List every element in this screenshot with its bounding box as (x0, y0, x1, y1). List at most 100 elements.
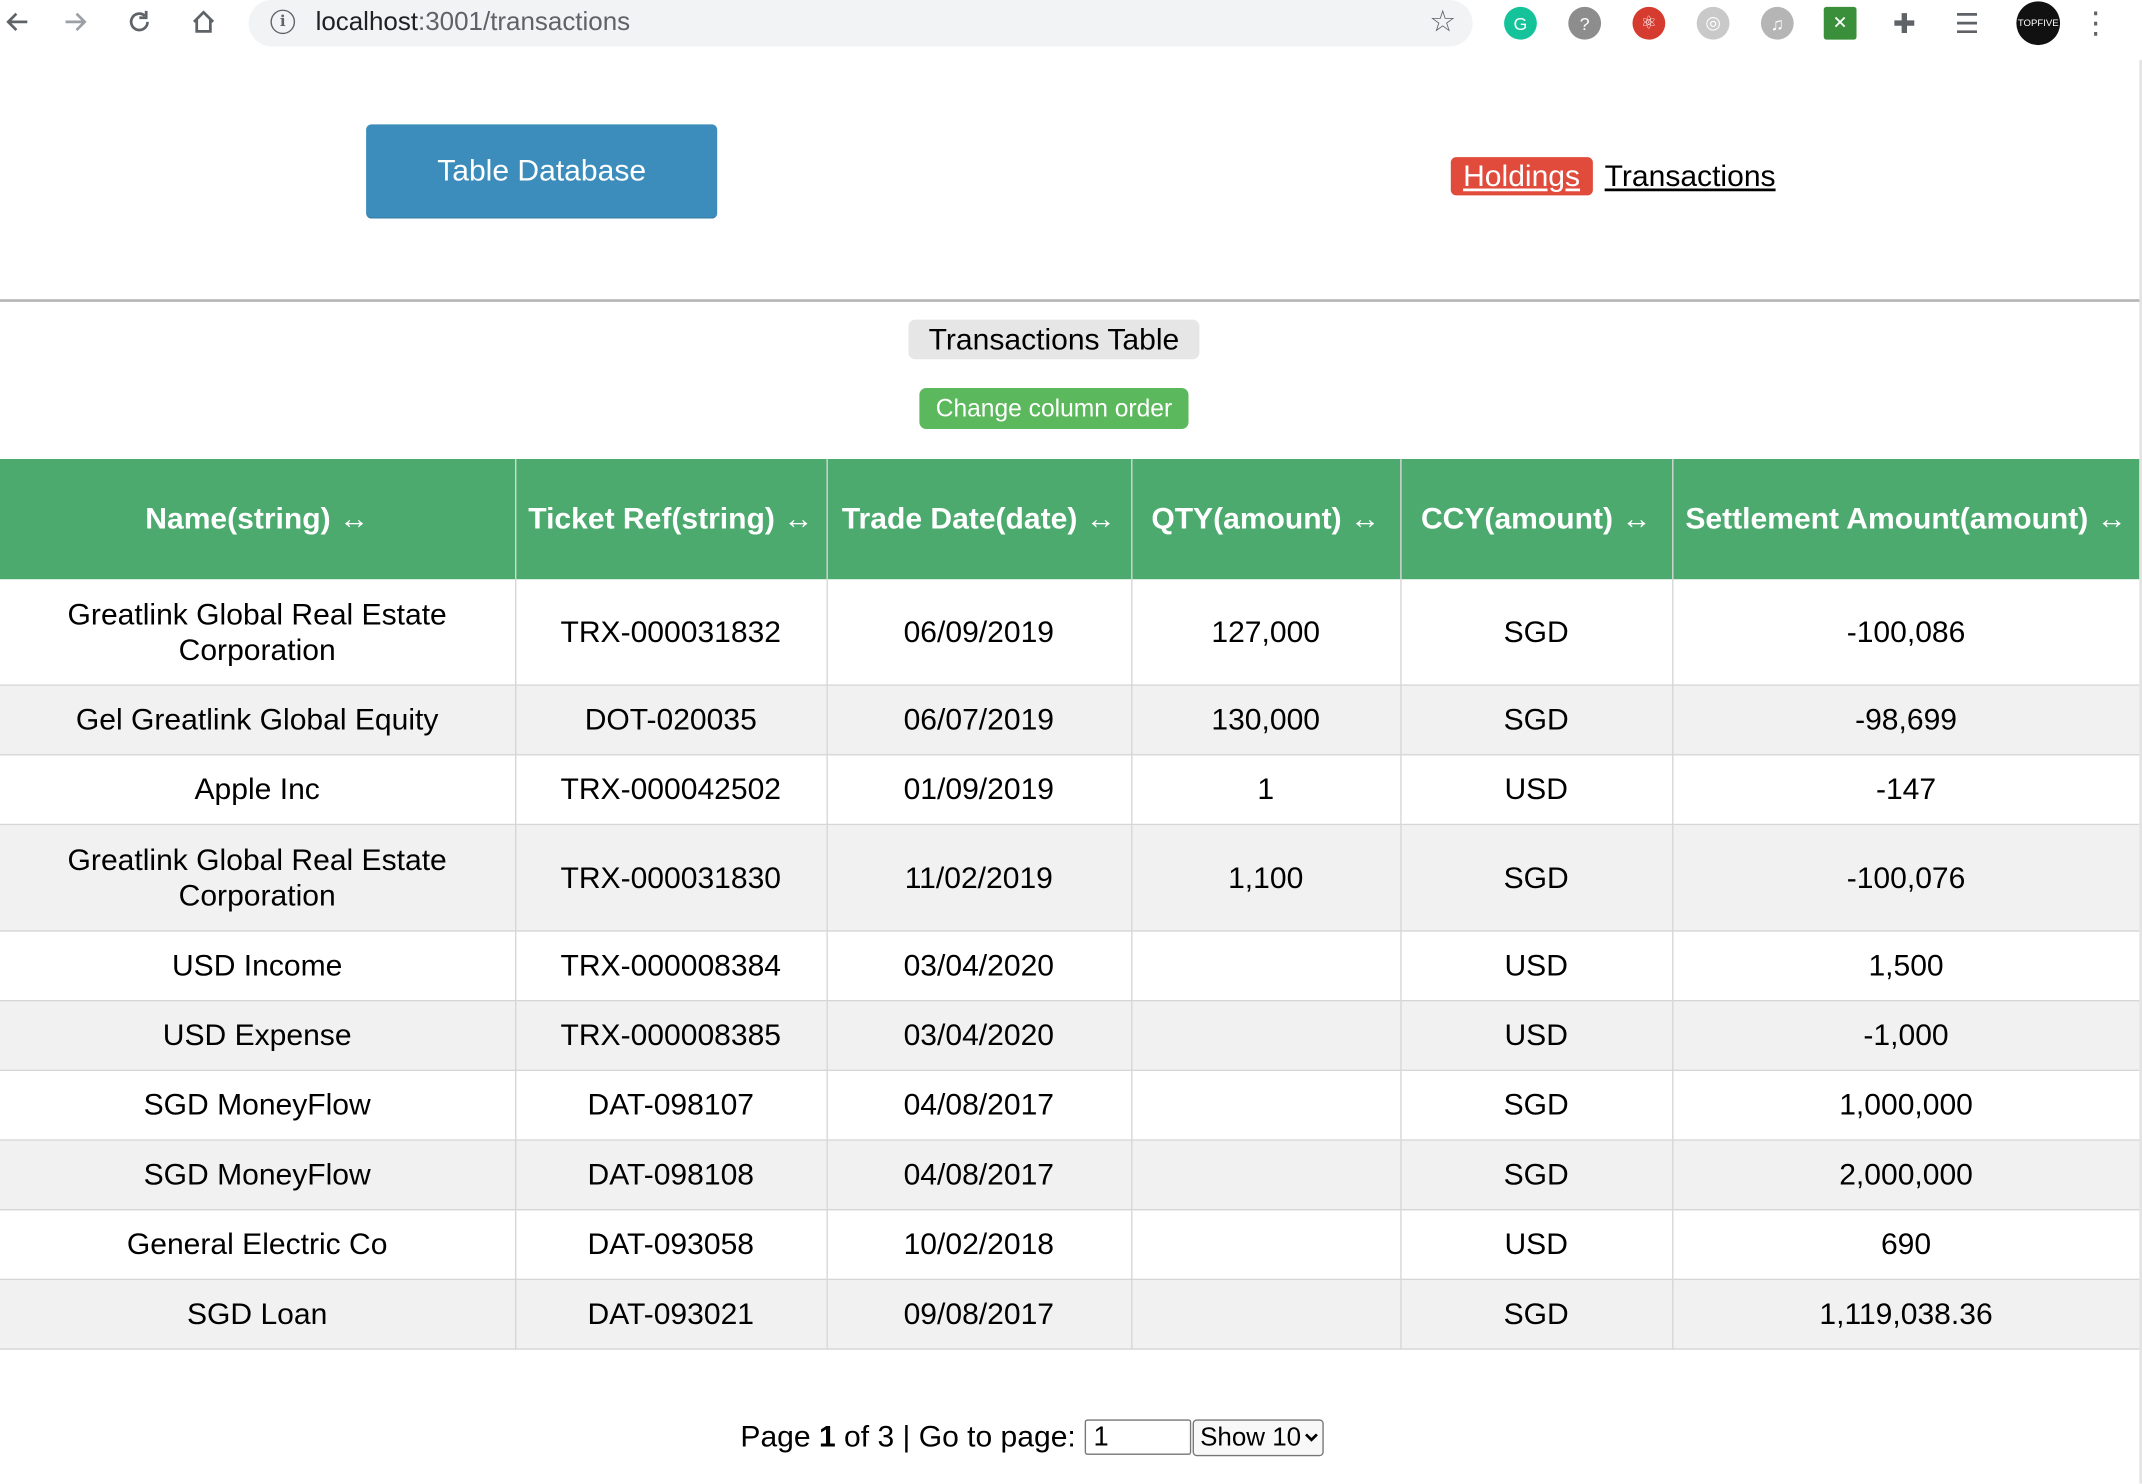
cell-ticket-ref: DAT-093021 (515, 1279, 828, 1350)
nav-link-transactions[interactable]: Transactions (1592, 156, 1788, 194)
table-row: USD Income TRX-000008384 03/04/2020 USD 1,50… (0, 930, 2140, 1002)
address-bar[interactable]: i localhost:3001/transactions ☆ (248, 0, 1473, 47)
cell-ccy: SGD (1400, 1140, 1673, 1211)
cell-ticket-ref: TRX-000031830 (515, 824, 828, 932)
cell-settlement-amount: 1,119,038.36 (1672, 1279, 2140, 1350)
table-row: Gel Greatlink Global Equity DOT-020035 06/… (0, 685, 2140, 756)
table-row: SGD MoneyFlow DAT-098108 04/08/2017 SGD 2,00… (0, 1140, 2140, 1211)
cell-ticket-ref: TRX-000031832 (515, 579, 828, 686)
puzzle-icon[interactable]: ✚ (1888, 7, 1921, 40)
table-row: Greatlink Global Real Estate Corporation… (0, 579, 2140, 686)
cell-qty (1131, 1070, 1401, 1141)
cell-settlement-amount: 1,500 (1672, 930, 2140, 1002)
column-header-trade-date[interactable]: Trade Date(date) ↔ (826, 459, 1132, 580)
site-info-icon[interactable]: i (270, 9, 296, 35)
cell-ticket-ref: TRX-000042502 (515, 754, 828, 826)
media-queue-icon[interactable]: ☰ (1951, 7, 1984, 40)
cell-qty (1131, 1209, 1401, 1281)
current-page: 1 (818, 1419, 836, 1454)
cell-trade-date: 01/09/2019 (826, 754, 1132, 826)
browser-toolbar: i localhost:3001/transactions ☆ G? ⚛ ◎ ♫ ✕ ✚ ☰… (0, 0, 2142, 47)
cell-ticket-ref: DOT-020035 (515, 685, 828, 756)
cell-name: General Electric Co (0, 1209, 516, 1281)
column-header-name[interactable]: Name(string) ↔ (0, 459, 516, 580)
transactions-table: Name(string) ↔ Ticket Ref(string) ↔ Trad… (0, 459, 2140, 1350)
cell-name: Apple Inc (0, 754, 516, 826)
table-row: General Electric Co DAT-093058 10/02/2018 U… (0, 1209, 2140, 1281)
cell-trade-date: 04/08/2017 (826, 1140, 1132, 1211)
cell-qty: 127,000 (1131, 579, 1401, 686)
cell-ticket-ref: DAT-098107 (515, 1070, 828, 1141)
column-header-ticket-ref[interactable]: Ticket Ref(string) ↔ (515, 459, 828, 580)
cell-settlement-amount: -100,076 (1672, 824, 2140, 932)
cell-ticket-ref: DAT-098108 (515, 1140, 828, 1211)
cell-trade-date: 06/07/2019 (826, 685, 1132, 756)
reload-icon[interactable] (122, 4, 158, 40)
cell-qty (1131, 1000, 1401, 1072)
goto-page-input[interactable] (1085, 1419, 1192, 1455)
table-row: Apple Inc TRX-000042502 01/09/2019 1 USD -147 (0, 754, 2140, 826)
url-text[interactable]: localhost:3001/transactions (316, 8, 631, 38)
chat-extension-icon[interactable]: ? (1568, 6, 1602, 40)
cell-name: SGD MoneyFlow (0, 1070, 516, 1141)
cell-qty (1131, 1279, 1401, 1350)
page-prefix: Page (740, 1419, 819, 1454)
table-database-button[interactable]: Table Database (366, 124, 718, 219)
cell-trade-date: 03/04/2020 (826, 1000, 1132, 1072)
react-devtools-icon[interactable]: ⚛ (1632, 6, 1666, 40)
cell-trade-date: 10/02/2018 (826, 1209, 1132, 1281)
cell-settlement-amount: 2,000,000 (1672, 1140, 2140, 1211)
header-divider (0, 299, 2142, 302)
cell-name: Greatlink Global Real Estate Corporation (0, 824, 516, 932)
table-body: Greatlink Global Real Estate Corporation… (0, 579, 2140, 1350)
cell-settlement-amount: -1,000 (1672, 1000, 2140, 1072)
column-header-ccy[interactable]: CCY(amount) ↔ (1400, 459, 1673, 580)
cell-trade-date: 11/02/2019 (826, 824, 1132, 932)
table-row: Greatlink Global Real Estate Corporation… (0, 824, 2140, 932)
cell-name: Greatlink Global Real Estate Corporation (0, 579, 516, 686)
url-host: localhost (315, 8, 419, 37)
forward-arrow-icon[interactable] (57, 4, 93, 40)
back-arrow-icon[interactable] (0, 4, 36, 40)
table-title: Transactions Table (908, 319, 1200, 360)
column-header-qty[interactable]: QTY(amount) ↔ (1131, 459, 1401, 580)
cell-settlement-amount: 1,000,000 (1672, 1070, 2140, 1141)
cell-qty (1131, 1140, 1401, 1211)
main-nav: Holdings Transactions (1450, 156, 1788, 196)
cell-ticket-ref: TRX-000008385 (515, 1000, 828, 1072)
cell-ccy: SGD (1400, 685, 1673, 756)
cell-ccy: SGD (1400, 1070, 1673, 1141)
table-row: SGD MoneyFlow DAT-098107 04/08/2017 SGD 1,00… (0, 1070, 2140, 1141)
table-row: USD Expense TRX-000008385 03/04/2020 USD -1,… (0, 1000, 2140, 1072)
music-icon[interactable]: ♫ (1760, 6, 1794, 40)
cell-name: SGD Loan (0, 1279, 516, 1350)
home-icon[interactable] (186, 4, 222, 40)
page-of-text: of 3 | Go to page: (835, 1419, 1076, 1454)
cell-ccy: USD (1400, 754, 1673, 826)
grammarly-icon[interactable]: G (1504, 6, 1537, 40)
cell-name: Gel Greatlink Global Equity (0, 685, 516, 756)
cell-ccy: SGD (1400, 1279, 1673, 1350)
cell-settlement-amount: -147 (1672, 754, 2140, 826)
cell-qty: 1,100 (1131, 824, 1401, 932)
change-column-order-button[interactable]: Change column order (919, 387, 1189, 429)
browser-menu-icon[interactable]: ⋮ (2079, 5, 2112, 40)
nav-link-holdings[interactable]: Holdings (1450, 156, 1593, 195)
recorder-icon[interactable]: ◎ (1696, 6, 1730, 40)
cell-ccy: USD (1400, 1209, 1673, 1281)
cell-name: USD Income (0, 930, 516, 1002)
cell-ccy: SGD (1400, 579, 1673, 686)
page-size-select[interactable]: Show 10 (1193, 1418, 1325, 1456)
url-path: :3001/transactions (418, 8, 631, 37)
figure-extension-icon[interactable]: ✕ (1823, 6, 1857, 40)
topfive-avatar[interactable]: TOPFIVE (2016, 1, 2061, 46)
cell-trade-date: 09/08/2017 (826, 1279, 1132, 1350)
table-header-row: Name(string) ↔ Ticket Ref(string) ↔ Trad… (0, 459, 2140, 580)
cell-name: SGD MoneyFlow (0, 1140, 516, 1211)
column-header-settlement-amount[interactable]: Settlement Amount(amount) ↔ (1672, 459, 2140, 580)
cell-qty: 1 (1131, 754, 1401, 826)
pagination: Page 1 of 3 | Go to page: Show 10 (740, 1415, 1325, 1459)
bookmark-star-icon[interactable]: ☆ (1429, 4, 1456, 40)
cell-settlement-amount: -100,086 (1672, 579, 2140, 686)
cell-settlement-amount: -98,699 (1672, 685, 2140, 756)
